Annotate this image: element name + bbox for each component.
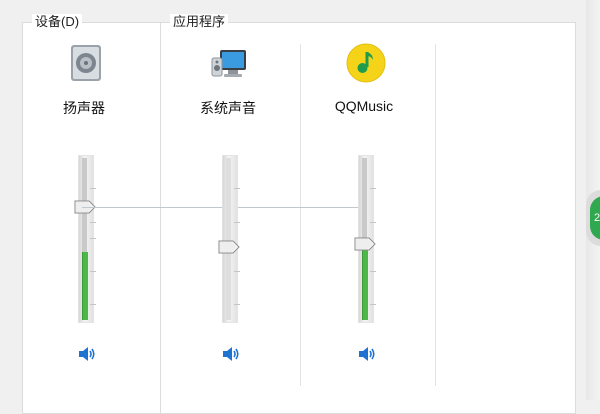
channel-system-sounds: 系统声音 xyxy=(168,0,288,400)
volume-track-inner xyxy=(226,158,231,320)
scale-tick xyxy=(90,238,96,239)
scale-tick xyxy=(234,271,240,272)
scale-tick xyxy=(90,304,96,305)
mute-qqmusic-button[interactable] xyxy=(356,343,378,365)
volume-mixer-window: 设备(D) 应用程序 扬声器 系统声音 QQMusic xyxy=(0,0,586,414)
system-sounds-icon[interactable] xyxy=(210,42,250,84)
volume-level-meter xyxy=(82,252,88,320)
scale-tick xyxy=(234,304,240,305)
scale-tick xyxy=(90,188,96,189)
mute-speakers-button[interactable] xyxy=(76,343,98,365)
volume-level-meter xyxy=(362,250,368,320)
volume-slider-thumb[interactable] xyxy=(354,237,376,251)
scale-tick xyxy=(370,271,376,272)
floating-assistant-badge[interactable]: 2 xyxy=(586,190,600,246)
scale-tick xyxy=(90,271,96,272)
channel-label: 扬声器 xyxy=(63,100,105,116)
scale-tick xyxy=(370,304,376,305)
volume-slider-thumb[interactable] xyxy=(218,240,240,254)
scale-tick xyxy=(370,188,376,189)
scale-tick xyxy=(90,222,96,223)
scale-tick xyxy=(234,188,240,189)
channel-qqmusic: QQMusic xyxy=(304,0,424,400)
channel-label: 系统声音 xyxy=(200,100,256,116)
speaker-device-icon[interactable] xyxy=(66,42,106,84)
channel-label: QQMusic xyxy=(334,98,394,114)
channel-divider xyxy=(300,44,301,386)
channel-speakers: 扬声器 xyxy=(24,0,144,400)
scale-tick xyxy=(370,222,376,223)
channel-divider xyxy=(435,44,436,386)
qqmusic-icon[interactable] xyxy=(346,42,386,84)
mute-system-sounds-button[interactable] xyxy=(220,343,242,365)
badge-count: 2 xyxy=(590,196,600,240)
scale-tick xyxy=(234,222,240,223)
